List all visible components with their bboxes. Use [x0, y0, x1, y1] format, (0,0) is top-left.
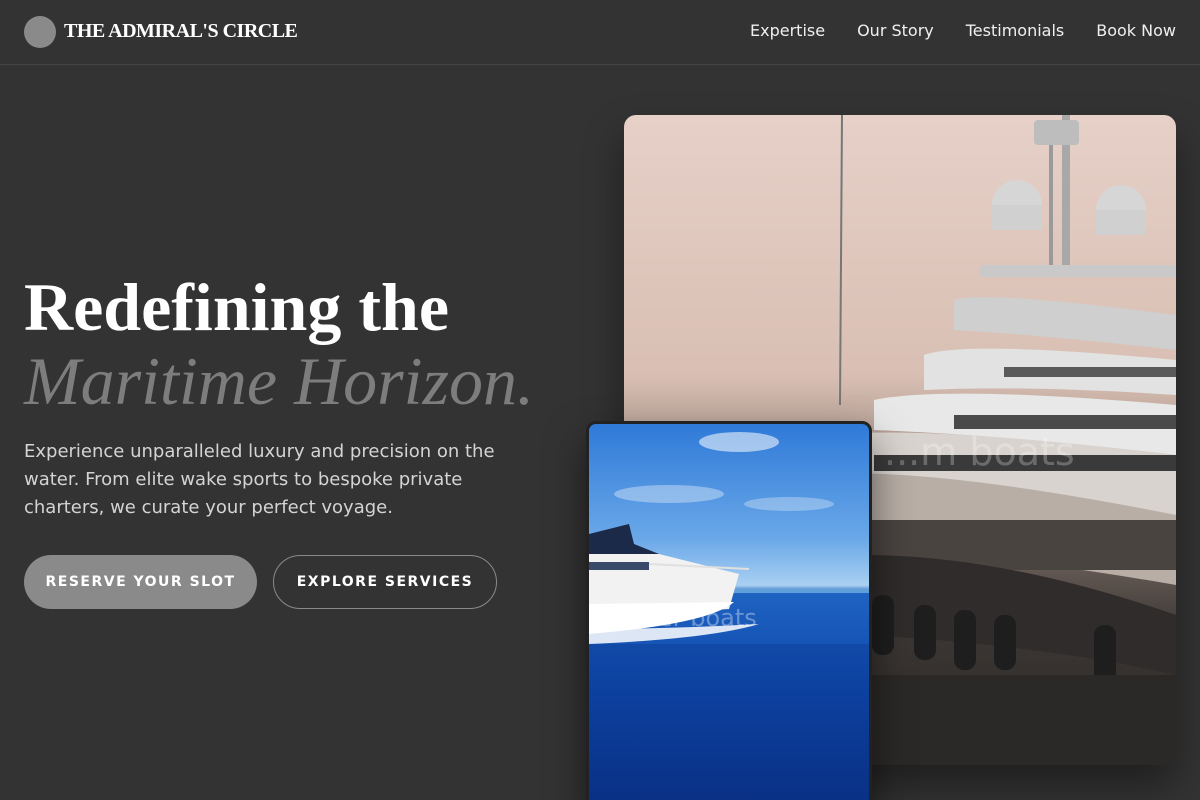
brand-name[interactable]: THE ADMIRAL'S CIRCLE — [64, 20, 298, 43]
site-header: THE ADMIRAL'S CIRCLE Expertise Our Story… — [0, 0, 1200, 65]
nav-link-book-now[interactable]: Book Now — [1096, 21, 1176, 40]
logo-icon[interactable] — [24, 16, 56, 48]
hero-title: Redefining the — [24, 269, 449, 345]
hero-title-italic: Maritime Horizon. — [24, 343, 534, 419]
watermark-small: ...iter boats — [619, 604, 757, 632]
nav-link-testimonials[interactable]: Testimonials — [966, 21, 1065, 40]
nav-link-expertise[interactable]: Expertise — [750, 21, 825, 40]
main-nav: Expertise Our Story Testimonials Book No… — [750, 21, 1176, 40]
hero-description: Experience unparalleled luxury and preci… — [24, 441, 495, 518]
reserve-slot-button[interactable]: RESERVE YOUR SLOT — [24, 555, 257, 609]
nav-link-our-story[interactable]: Our Story — [857, 21, 934, 40]
motor-yacht-image: ...iter boats — [586, 421, 872, 800]
explore-services-button[interactable]: EXPLORE SERVICES — [273, 555, 497, 609]
watermark-large: ...m boats — [884, 430, 1075, 474]
